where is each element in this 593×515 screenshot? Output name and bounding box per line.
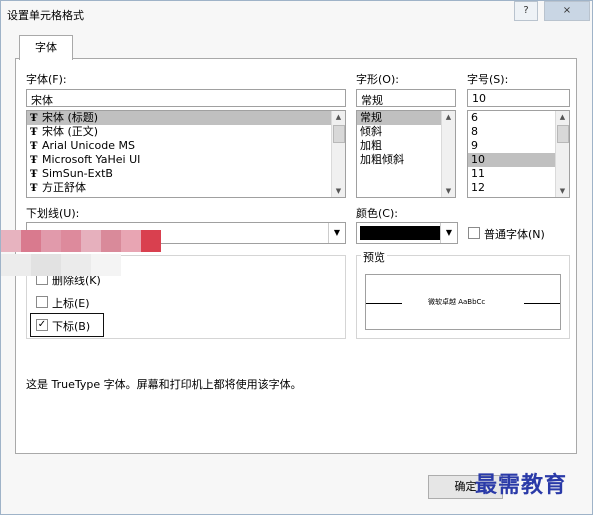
title-bar: 设置单元格格式 ? × <box>1 1 592 25</box>
size-list[interactable]: 6 8 9 10 11 12 ▲ ▼ <box>467 110 570 198</box>
scroll-thumb[interactable] <box>333 125 345 143</box>
size-list-item[interactable]: 11 <box>468 167 569 181</box>
size-list-item[interactable]: 12 <box>468 181 569 195</box>
font-list-item[interactable]: Ŧ Microsoft YaHei UI <box>27 153 345 167</box>
font-list-item[interactable]: Ŧ 方正舒体 <box>27 181 345 195</box>
font-list-scrollbar[interactable]: ▲ ▼ <box>331 111 345 197</box>
style-item-label: 加粗 <box>360 139 382 152</box>
size-item-label: 10 <box>471 153 485 166</box>
subscript-label[interactable]: 下标(B) <box>52 318 90 334</box>
size-list-item[interactable]: 8 <box>468 125 569 139</box>
superscript-checkbox[interactable] <box>36 296 48 308</box>
underline-label: 下划线(U): <box>26 207 80 220</box>
tab-font[interactable]: 字体 <box>19 35 73 60</box>
font-item-label: 宋体 (正文) <box>42 125 99 138</box>
normal-font-checkbox[interactable] <box>468 227 480 239</box>
preview-baseline-left <box>366 303 402 304</box>
font-item-label: Microsoft YaHei UI <box>42 153 141 166</box>
font-item-label: SimSun-ExtB <box>42 167 113 180</box>
font-list-item[interactable]: Ŧ 宋体 (正文) <box>27 125 345 139</box>
chevron-down-icon[interactable]: ▼ <box>440 223 457 243</box>
dialog-title: 设置单元格格式 <box>7 9 84 22</box>
subscript-checkbox[interactable]: ✓ <box>36 319 48 331</box>
preview-baseline-right <box>524 303 560 304</box>
normal-font-label[interactable]: 普通字体(N) <box>484 226 545 242</box>
font-input[interactable]: 宋体 <box>26 89 346 107</box>
truetype-icon: Ŧ <box>30 183 38 194</box>
font-item-label: 宋体 (标题) <box>42 111 99 124</box>
truetype-icon: Ŧ <box>30 155 38 166</box>
style-list-scrollbar[interactable]: ▲ ▼ <box>441 111 455 197</box>
obscured-region <box>1 230 161 278</box>
size-label: 字号(S): <box>467 73 509 86</box>
font-list-item[interactable]: Ŧ Arial Unicode MS <box>27 139 345 153</box>
font-label: 字体(F): <box>26 73 67 86</box>
scroll-up-icon[interactable]: ▲ <box>332 111 345 123</box>
size-item-label: 6 <box>471 111 478 124</box>
chevron-down-icon[interactable]: ▼ <box>328 223 345 243</box>
scroll-down-icon[interactable]: ▼ <box>556 185 569 197</box>
size-item-label: 11 <box>471 167 485 180</box>
truetype-icon: Ŧ <box>30 127 38 138</box>
size-list-item[interactable]: 9 <box>468 139 569 153</box>
truetype-icon: Ŧ <box>30 113 38 124</box>
watermark-logo: 最需教育 <box>475 472 568 498</box>
color-select[interactable]: ▼ <box>356 222 458 244</box>
info-text: 这是 TrueType 字体。屏幕和打印机上都将使用该字体。 <box>26 378 302 391</box>
font-list[interactable]: Ŧ 宋体 (标题) Ŧ 宋体 (正文) Ŧ Arial Unicode MS Ŧ Micros… <box>26 110 346 198</box>
format-cells-dialog: 设置单元格格式 ? × 字体 字体(F): 宋体 Ŧ 宋体 (标题) Ŧ 宋体 (正文… <box>0 0 593 515</box>
style-item-label: 常规 <box>360 111 382 124</box>
truetype-icon: Ŧ <box>30 169 38 180</box>
scroll-up-icon[interactable]: ▲ <box>556 111 569 123</box>
size-list-item[interactable]: 10 <box>468 153 569 167</box>
size-item-label: 8 <box>471 125 478 138</box>
size-item-label: 12 <box>471 181 485 194</box>
scroll-thumb[interactable] <box>557 125 569 143</box>
preview-sample: 微软卓越 AaBbCc <box>428 298 486 306</box>
truetype-icon: Ŧ <box>30 141 38 152</box>
size-list-item[interactable]: 6 <box>468 111 569 125</box>
close-button[interactable]: × <box>544 1 590 21</box>
size-list-scrollbar[interactable]: ▲ ▼ <box>555 111 569 197</box>
preview-box: 微软卓越 AaBbCc <box>365 274 561 330</box>
font-list-item[interactable]: Ŧ 宋体 (标题) <box>27 111 345 125</box>
size-input[interactable]: 10 <box>467 89 570 107</box>
help-button[interactable]: ? <box>514 1 538 21</box>
font-item-label: 方正舒体 <box>42 181 86 194</box>
superscript-label[interactable]: 上标(E) <box>52 295 90 311</box>
color-swatch <box>360 226 440 240</box>
color-label: 颜色(C): <box>356 207 398 220</box>
style-list[interactable]: 常规 倾斜 加粗 加粗倾斜 ▲ ▼ <box>356 110 456 198</box>
scroll-up-icon[interactable]: ▲ <box>442 111 455 123</box>
style-item-label: 加粗倾斜 <box>360 153 404 166</box>
font-item-label: Arial Unicode MS <box>42 139 135 152</box>
scroll-down-icon[interactable]: ▼ <box>442 185 455 197</box>
scroll-down-icon[interactable]: ▼ <box>332 185 345 197</box>
style-item-label: 倾斜 <box>360 125 382 138</box>
preview-label: 预览 <box>361 249 387 265</box>
style-input[interactable]: 常规 <box>356 89 456 107</box>
size-item-label: 9 <box>471 139 478 152</box>
font-list-item[interactable]: Ŧ SimSun-ExtB <box>27 167 345 181</box>
style-label: 字形(O): <box>356 73 399 86</box>
